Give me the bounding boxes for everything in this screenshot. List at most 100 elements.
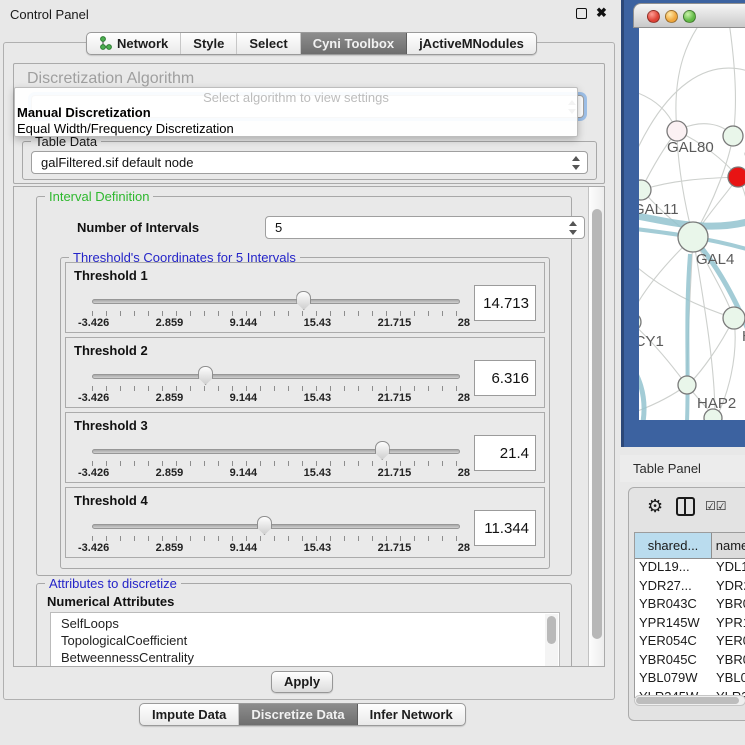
tab-infer-network-label: Infer Network <box>370 707 453 722</box>
network-canvas[interactable]: GAL80 G C GAL11 GAL4 GCY1 H HAP2 <box>639 28 745 420</box>
table-row[interactable]: YBR043CYBR0 <box>635 596 745 615</box>
node-gal4[interactable] <box>678 222 708 252</box>
node-gcy1[interactable] <box>639 313 641 331</box>
table-row[interactable]: YDR27...YDR2 <box>635 578 745 597</box>
threshold-3-value-field[interactable] <box>474 435 536 471</box>
cell-name: YDR2 <box>712 578 745 597</box>
scale-label: -3.426 <box>78 392 109 404</box>
zoom-traffic-icon[interactable] <box>683 10 696 23</box>
node-gal11[interactable] <box>639 180 651 200</box>
tab-impute-data[interactable]: Impute Data <box>140 704 239 725</box>
node-red[interactable] <box>728 167 745 187</box>
scrollbar-thumb[interactable] <box>636 697 739 704</box>
tab-jactivemnodules[interactable]: jActiveMNodules <box>407 33 536 54</box>
tab-select[interactable]: Select <box>237 33 300 54</box>
split-columns-icon[interactable] <box>676 497 695 516</box>
popup-option-manual-discretization[interactable]: Manual Discretization <box>15 105 577 121</box>
tab-style-label: Style <box>193 36 224 51</box>
node-hap2[interactable] <box>678 376 696 394</box>
thresholds-group: Threshold's Coordinates for 5 Intervals … <box>60 257 550 569</box>
table-panel-titlebar: Table Panel <box>620 455 745 482</box>
scale-label: 21.715 <box>378 542 412 554</box>
control-panel-titlebar: Control Panel ✖ <box>0 0 618 28</box>
scale-label: 9.144 <box>230 542 258 554</box>
scrollbar-thumb[interactable] <box>592 209 602 639</box>
list-item-betweennesscentrality[interactable]: BetweennessCentrality <box>61 649 559 666</box>
close-traffic-icon[interactable] <box>647 10 660 23</box>
list-item-topologicalcoefficient[interactable]: TopologicalCoefficient <box>61 632 559 649</box>
scale-label: 15.43 <box>304 542 332 554</box>
node-h[interactable] <box>723 307 745 329</box>
network-icon <box>99 36 112 51</box>
tab-style[interactable]: Style <box>181 33 237 54</box>
table-row[interactable]: YBL079WYBL0 <box>635 670 745 689</box>
node-table: shared... name YDL19...YDL1 YDR27...YDR2… <box>634 532 745 698</box>
column-header-name[interactable]: name <box>712 533 745 558</box>
slider-track[interactable] <box>92 449 460 454</box>
threshold-1-value-field[interactable] <box>474 285 536 321</box>
threshold-2-slider: -3.426 2.859 9.144 15.43 21.715 28 <box>92 366 460 406</box>
cell-name: YDL1 <box>712 559 745 578</box>
node-top-right[interactable] <box>723 126 743 146</box>
threshold-1-slider: -3.426 2.859 9.144 15.43 21.715 28 <box>92 291 460 331</box>
slider-thumb[interactable] <box>257 516 272 535</box>
tab-network[interactable]: Network <box>87 33 181 54</box>
slider-track[interactable] <box>92 374 460 379</box>
threshold-2-value-field[interactable] <box>474 360 536 396</box>
settings-vertical-scrollbar[interactable] <box>588 187 604 667</box>
table-row[interactable]: YDL19...YDL1 <box>635 559 745 578</box>
slider-thumb[interactable] <box>375 441 390 460</box>
numerical-attributes-label: Numerical Attributes <box>47 594 174 609</box>
network-view-window: GAL80 G C GAL11 GAL4 GCY1 H HAP2 <box>621 0 745 447</box>
scale-label: 15.43 <box>304 467 332 479</box>
table-row[interactable]: YER054CYER0 <box>635 633 745 652</box>
network-window-titlebar[interactable] <box>633 3 745 28</box>
checkbox-checked-icons[interactable]: ☑☑ <box>705 499 727 513</box>
threshold-1-box: Threshold 1 -3.426 2.859 9.144 15.43 21.… <box>65 262 545 333</box>
slider-track[interactable] <box>92 524 460 529</box>
scale-label: 28 <box>458 317 470 329</box>
scale-label: 28 <box>458 467 470 479</box>
slider-track[interactable] <box>92 299 460 304</box>
scale-label: 15.43 <box>304 392 332 404</box>
control-panel-title: Control Panel <box>10 7 89 22</box>
threshold-4-box: Threshold 4 -3.426 2.859 9.144 15.43 21.… <box>65 487 545 558</box>
table-header-row: shared... name <box>635 533 745 559</box>
table-data-combobox[interactable]: galFiltered.sif default node <box>31 151 588 174</box>
threshold-4-label: Threshold 4 <box>74 493 148 508</box>
combo-stepper-icon <box>568 221 577 235</box>
minimize-traffic-icon[interactable] <box>665 10 678 23</box>
cell-shared: YER054C <box>635 633 712 652</box>
node-gal80[interactable] <box>667 121 687 141</box>
node-label-hap2: HAP2 <box>697 395 736 412</box>
attributes-group: Attributes to discretize Numerical Attri… <box>36 583 572 667</box>
table-data-combobox-value: galFiltered.sif default node <box>41 155 193 170</box>
table-horizontal-scrollbar[interactable] <box>634 695 745 706</box>
list-item-selfloops[interactable]: SelfLoops <box>61 615 559 632</box>
tab-discretize-data[interactable]: Discretize Data <box>239 704 357 725</box>
slider-thumb[interactable] <box>296 291 311 310</box>
cell-name: YPR1 <box>712 615 745 634</box>
table-row[interactable]: YBR045CYBR0 <box>635 652 745 671</box>
popup-header: Select algorithm to view settings <box>15 88 577 105</box>
scale-label: -3.426 <box>78 542 109 554</box>
tab-cyni-toolbox[interactable]: Cyni Toolbox <box>301 33 407 54</box>
close-icon[interactable]: ✖ <box>596 5 607 21</box>
table-row[interactable]: YPR145WYPR1 <box>635 615 745 634</box>
gear-icon[interactable]: ⚙ <box>647 496 663 517</box>
apply-button[interactable]: Apply <box>271 671 333 693</box>
threshold-3-label: Threshold 3 <box>74 418 148 433</box>
float-window-icon[interactable] <box>576 8 587 19</box>
numerical-attributes-list: SelfLoops TopologicalCoefficient Between… <box>50 612 560 667</box>
number-of-intervals-combobox[interactable]: 5 <box>265 216 585 239</box>
slider-thumb[interactable] <box>198 366 213 385</box>
slider-ticks <box>92 386 460 391</box>
threshold-4-value-field[interactable] <box>474 510 536 546</box>
combo-stepper-icon <box>571 156 580 170</box>
popup-option-equal-width-frequency[interactable]: Equal Width/Frequency Discretization <box>15 121 577 137</box>
cell-shared: YBR043C <box>635 596 712 615</box>
attributes-list-scrollbar[interactable] <box>545 614 558 667</box>
node-label-gal80: GAL80 <box>667 139 714 156</box>
column-header-shared[interactable]: shared... <box>635 533 712 558</box>
tab-infer-network[interactable]: Infer Network <box>358 704 465 725</box>
